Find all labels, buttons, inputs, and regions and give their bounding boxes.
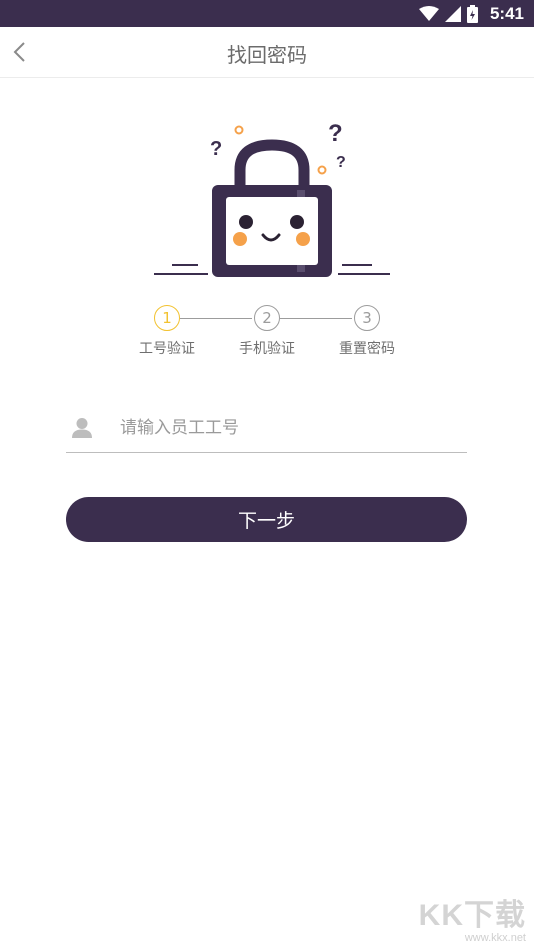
battery-icon <box>466 4 478 23</box>
next-step-button[interactable]: 下一步 <box>66 497 467 542</box>
status-bar: 5:41 <box>0 0 534 27</box>
wifi-icon <box>418 5 439 21</box>
step-indicator: 1 工号验证 2 手机验证 3 重置密码 <box>0 305 534 365</box>
step-label: 重置密码 <box>339 341 395 357</box>
step-label: 工号验证 <box>139 341 195 357</box>
signal-icon <box>444 5 461 22</box>
watermark-url: www.kkx.net <box>464 932 526 944</box>
user-icon <box>72 418 92 438</box>
nav-bar: 找回密码 <box>0 27 534 78</box>
step-number: 1 <box>154 305 180 331</box>
status-time: 5:41 <box>489 3 524 23</box>
step-2: 2 手机验证 <box>217 305 317 358</box>
employee-id-field-row <box>66 405 467 453</box>
svg-text:?: ? <box>336 154 346 171</box>
svg-text:?: ? <box>328 120 343 147</box>
lock-mascot-illustration: ? ? ? <box>154 120 390 277</box>
page-title: 找回密码 <box>227 43 307 67</box>
step-number: 3 <box>354 305 380 331</box>
step-3: 3 重置密码 <box>317 305 417 358</box>
step-label: 手机验证 <box>239 341 295 357</box>
svg-text:?: ? <box>210 138 222 160</box>
watermark-logo: KK下载 <box>418 899 526 932</box>
employee-id-input[interactable] <box>120 411 450 445</box>
step-number: 2 <box>254 305 280 331</box>
watermark: KK下载 www.kkx.net <box>396 900 526 946</box>
step-1: 1 工号验证 <box>117 305 217 358</box>
status-icons: 5:41 <box>418 0 524 27</box>
